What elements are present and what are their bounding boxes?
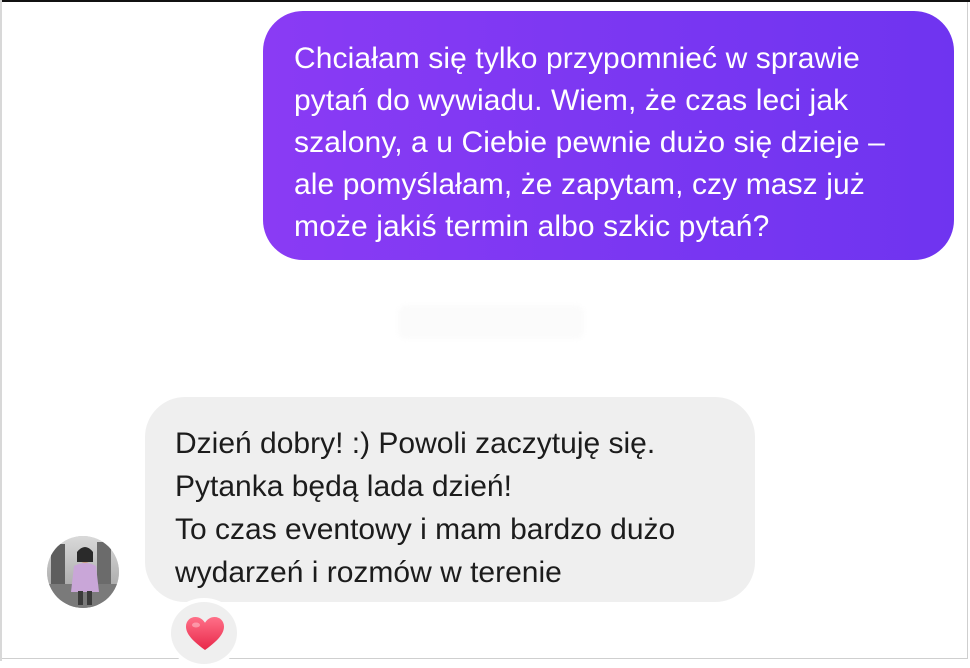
outgoing-message-line: szalony, a u Ciebie pewnie dużo się dzie…: [294, 126, 885, 159]
avatar-photo-icon: [47, 536, 119, 608]
sender-avatar[interactable]: [47, 536, 119, 608]
heart-reaction[interactable]: [167, 598, 241, 668]
top-edge: [0, 0, 970, 2]
outgoing-message-line: ale pomyślałam, że zapytam, czy masz już: [294, 168, 865, 201]
incoming-message-line: Dzień dobry! :) Powoli zaczytuję się.: [175, 427, 656, 460]
incoming-message-line: To czas eventowy i mam bardzo dużo: [175, 513, 676, 546]
outgoing-message-line: pytań do wywiadu. Wiem, że czas leci jak: [294, 84, 849, 117]
left-edge: [0, 0, 2, 661]
incoming-message-line: Pytanka będą lada dzień!: [175, 470, 512, 503]
redacted-timestamp: [398, 305, 584, 339]
incoming-message-bubble[interactable]: Dzień dobry! :) Powoli zaczytuję się. Py…: [145, 397, 755, 602]
outgoing-message-line: Chciałam się tylko przypomnieć w sprawie: [294, 42, 860, 75]
outgoing-message-bubble[interactable]: Chciałam się tylko przypomnieć w sprawie…: [263, 11, 954, 260]
outgoing-message-line: może jakiś termin albo szkic pytań?: [294, 210, 770, 243]
heart-icon: [186, 617, 224, 650]
incoming-message-line: wydarzeń i rozmów w terenie: [175, 556, 562, 589]
